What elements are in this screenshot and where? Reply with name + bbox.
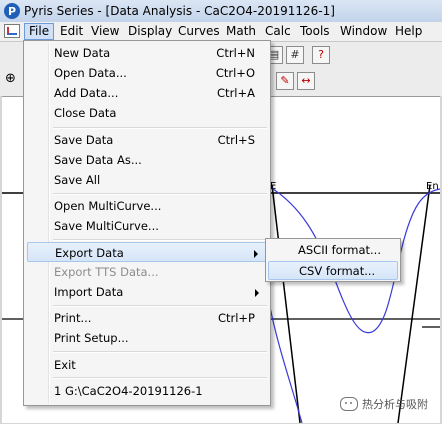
- menu-item-open-multicurve[interactable]: Open MultiCurve...: [27, 196, 267, 216]
- right-marker-line: [397, 184, 431, 423]
- menu-separator: [53, 193, 267, 195]
- menu-item-save-data-as[interactable]: Save Data As...: [27, 150, 267, 170]
- app-icon: P: [4, 3, 20, 19]
- range-icon[interactable]: ↔: [297, 72, 315, 90]
- menu-item-import-data[interactable]: Import Data: [27, 282, 267, 302]
- menu-item-save-multicurve[interactable]: Save MultiCurve...: [27, 216, 267, 236]
- watermark-text: 热分析与吸附: [362, 398, 428, 411]
- menu-item-shortcut: Ctrl+P: [217, 311, 255, 325]
- menu-curves[interactable]: Curves: [174, 23, 224, 39]
- menu-item-save-all[interactable]: Save All: [27, 170, 267, 190]
- grid-icon[interactable]: #: [286, 46, 304, 64]
- menu-item-label: Print...: [54, 311, 92, 325]
- submenu-item-csv-format[interactable]: CSV format...: [268, 261, 398, 280]
- menu-item-label: Close Data: [54, 106, 117, 120]
- menu-item-save-data[interactable]: Save Data Ctrl+S: [27, 130, 267, 150]
- menu-item-export-tts-data: Export TTS Data...: [27, 262, 267, 282]
- menu-view[interactable]: View: [87, 23, 123, 39]
- menu-item-print-setup[interactable]: Print Setup...: [27, 328, 267, 348]
- menu-item-shortcut: Ctrl+O: [215, 66, 255, 80]
- menu-help[interactable]: Help: [391, 23, 426, 39]
- menu-window[interactable]: Window: [336, 23, 391, 39]
- menu-item-new-data[interactable]: New Data Ctrl+N: [27, 43, 267, 63]
- menu-item-print[interactable]: Print... Ctrl+P: [27, 308, 267, 328]
- submenu-item-label: CSV format...: [299, 264, 376, 278]
- help-icon[interactable]: ?: [312, 46, 330, 64]
- menu-separator: [53, 239, 267, 241]
- menu-item-label: Export Data: [55, 246, 124, 260]
- menu-item-close-data[interactable]: Close Data: [27, 103, 267, 123]
- menu-item-shortcut: Ctrl+N: [216, 46, 255, 60]
- file-menu: New Data Ctrl+N Open Data... Ctrl+O Add …: [23, 40, 271, 406]
- menu-item-label: Open Data...: [54, 66, 127, 80]
- menu-item-recent-file-1[interactable]: 1 G:\CaC2O4-20191126-1: [27, 381, 267, 401]
- menu-separator: [53, 351, 267, 353]
- submenu-item-label: ASCII format...: [298, 243, 381, 257]
- menu-item-label: Export TTS Data...: [54, 265, 159, 279]
- menu-item-label: Add Data...: [54, 86, 119, 100]
- wechat-icon: [340, 397, 358, 411]
- submenu-item-ascii-format[interactable]: ASCII format...: [268, 241, 398, 260]
- menu-item-label: New Data: [54, 46, 111, 60]
- menu-file[interactable]: File: [24, 23, 55, 40]
- menu-item-export-data[interactable]: Export Data: [27, 242, 267, 262]
- menu-item-label: Save Data: [54, 133, 114, 147]
- submenu-arrow-icon: [255, 289, 259, 297]
- menu-item-label: Print Setup...: [54, 331, 129, 345]
- menu-item-label: 1 G:\CaC2O4-20191126-1: [54, 384, 203, 398]
- menu-item-label: Open MultiCurve...: [54, 199, 162, 213]
- menu-calc[interactable]: Calc: [261, 23, 295, 39]
- curve-lower: [269, 306, 303, 423]
- menu-item-open-data[interactable]: Open Data... Ctrl+O: [27, 63, 267, 83]
- menu-item-shortcut: Ctrl+S: [217, 133, 255, 147]
- menu-item-exit[interactable]: Exit: [27, 355, 267, 375]
- pencil-icon[interactable]: ✎: [276, 72, 294, 90]
- menu-item-add-data[interactable]: Add Data... Ctrl+A: [27, 83, 267, 103]
- menu-item-label: Import Data: [54, 285, 124, 299]
- menu-item-label: Save MultiCurve...: [54, 219, 159, 233]
- watermark: 热分析与吸附: [340, 396, 428, 412]
- left-marker-line: [271, 184, 301, 423]
- menu-separator: [53, 127, 267, 129]
- menu-separator: [53, 377, 267, 379]
- menu-tools[interactable]: Tools: [296, 23, 334, 39]
- window-title: Pyris Series - [Data Analysis - CaC2O4-2…: [24, 4, 335, 18]
- title-bar: P Pyris Series - [Data Analysis - CaC2O4…: [0, 0, 442, 23]
- menu-math[interactable]: Math: [222, 23, 260, 39]
- plot-label-right: En: [426, 181, 439, 192]
- menu-item-label: Save All: [54, 173, 101, 187]
- menu-edit[interactable]: Edit: [56, 23, 87, 39]
- menu-display[interactable]: Display: [124, 23, 176, 39]
- menu-item-label: Exit: [54, 358, 76, 372]
- menu-bar: File Edit View Display Curves Math Calc …: [0, 22, 442, 42]
- menu-item-label: Save Data As...: [54, 153, 142, 167]
- zoom-icon[interactable]: ⊕: [5, 72, 19, 86]
- document-icon[interactable]: [4, 24, 20, 38]
- menu-separator: [53, 305, 267, 307]
- submenu-arrow-icon: [254, 250, 258, 258]
- menu-item-shortcut: Ctrl+A: [217, 86, 255, 100]
- export-data-submenu: ASCII format... CSV format...: [265, 238, 401, 282]
